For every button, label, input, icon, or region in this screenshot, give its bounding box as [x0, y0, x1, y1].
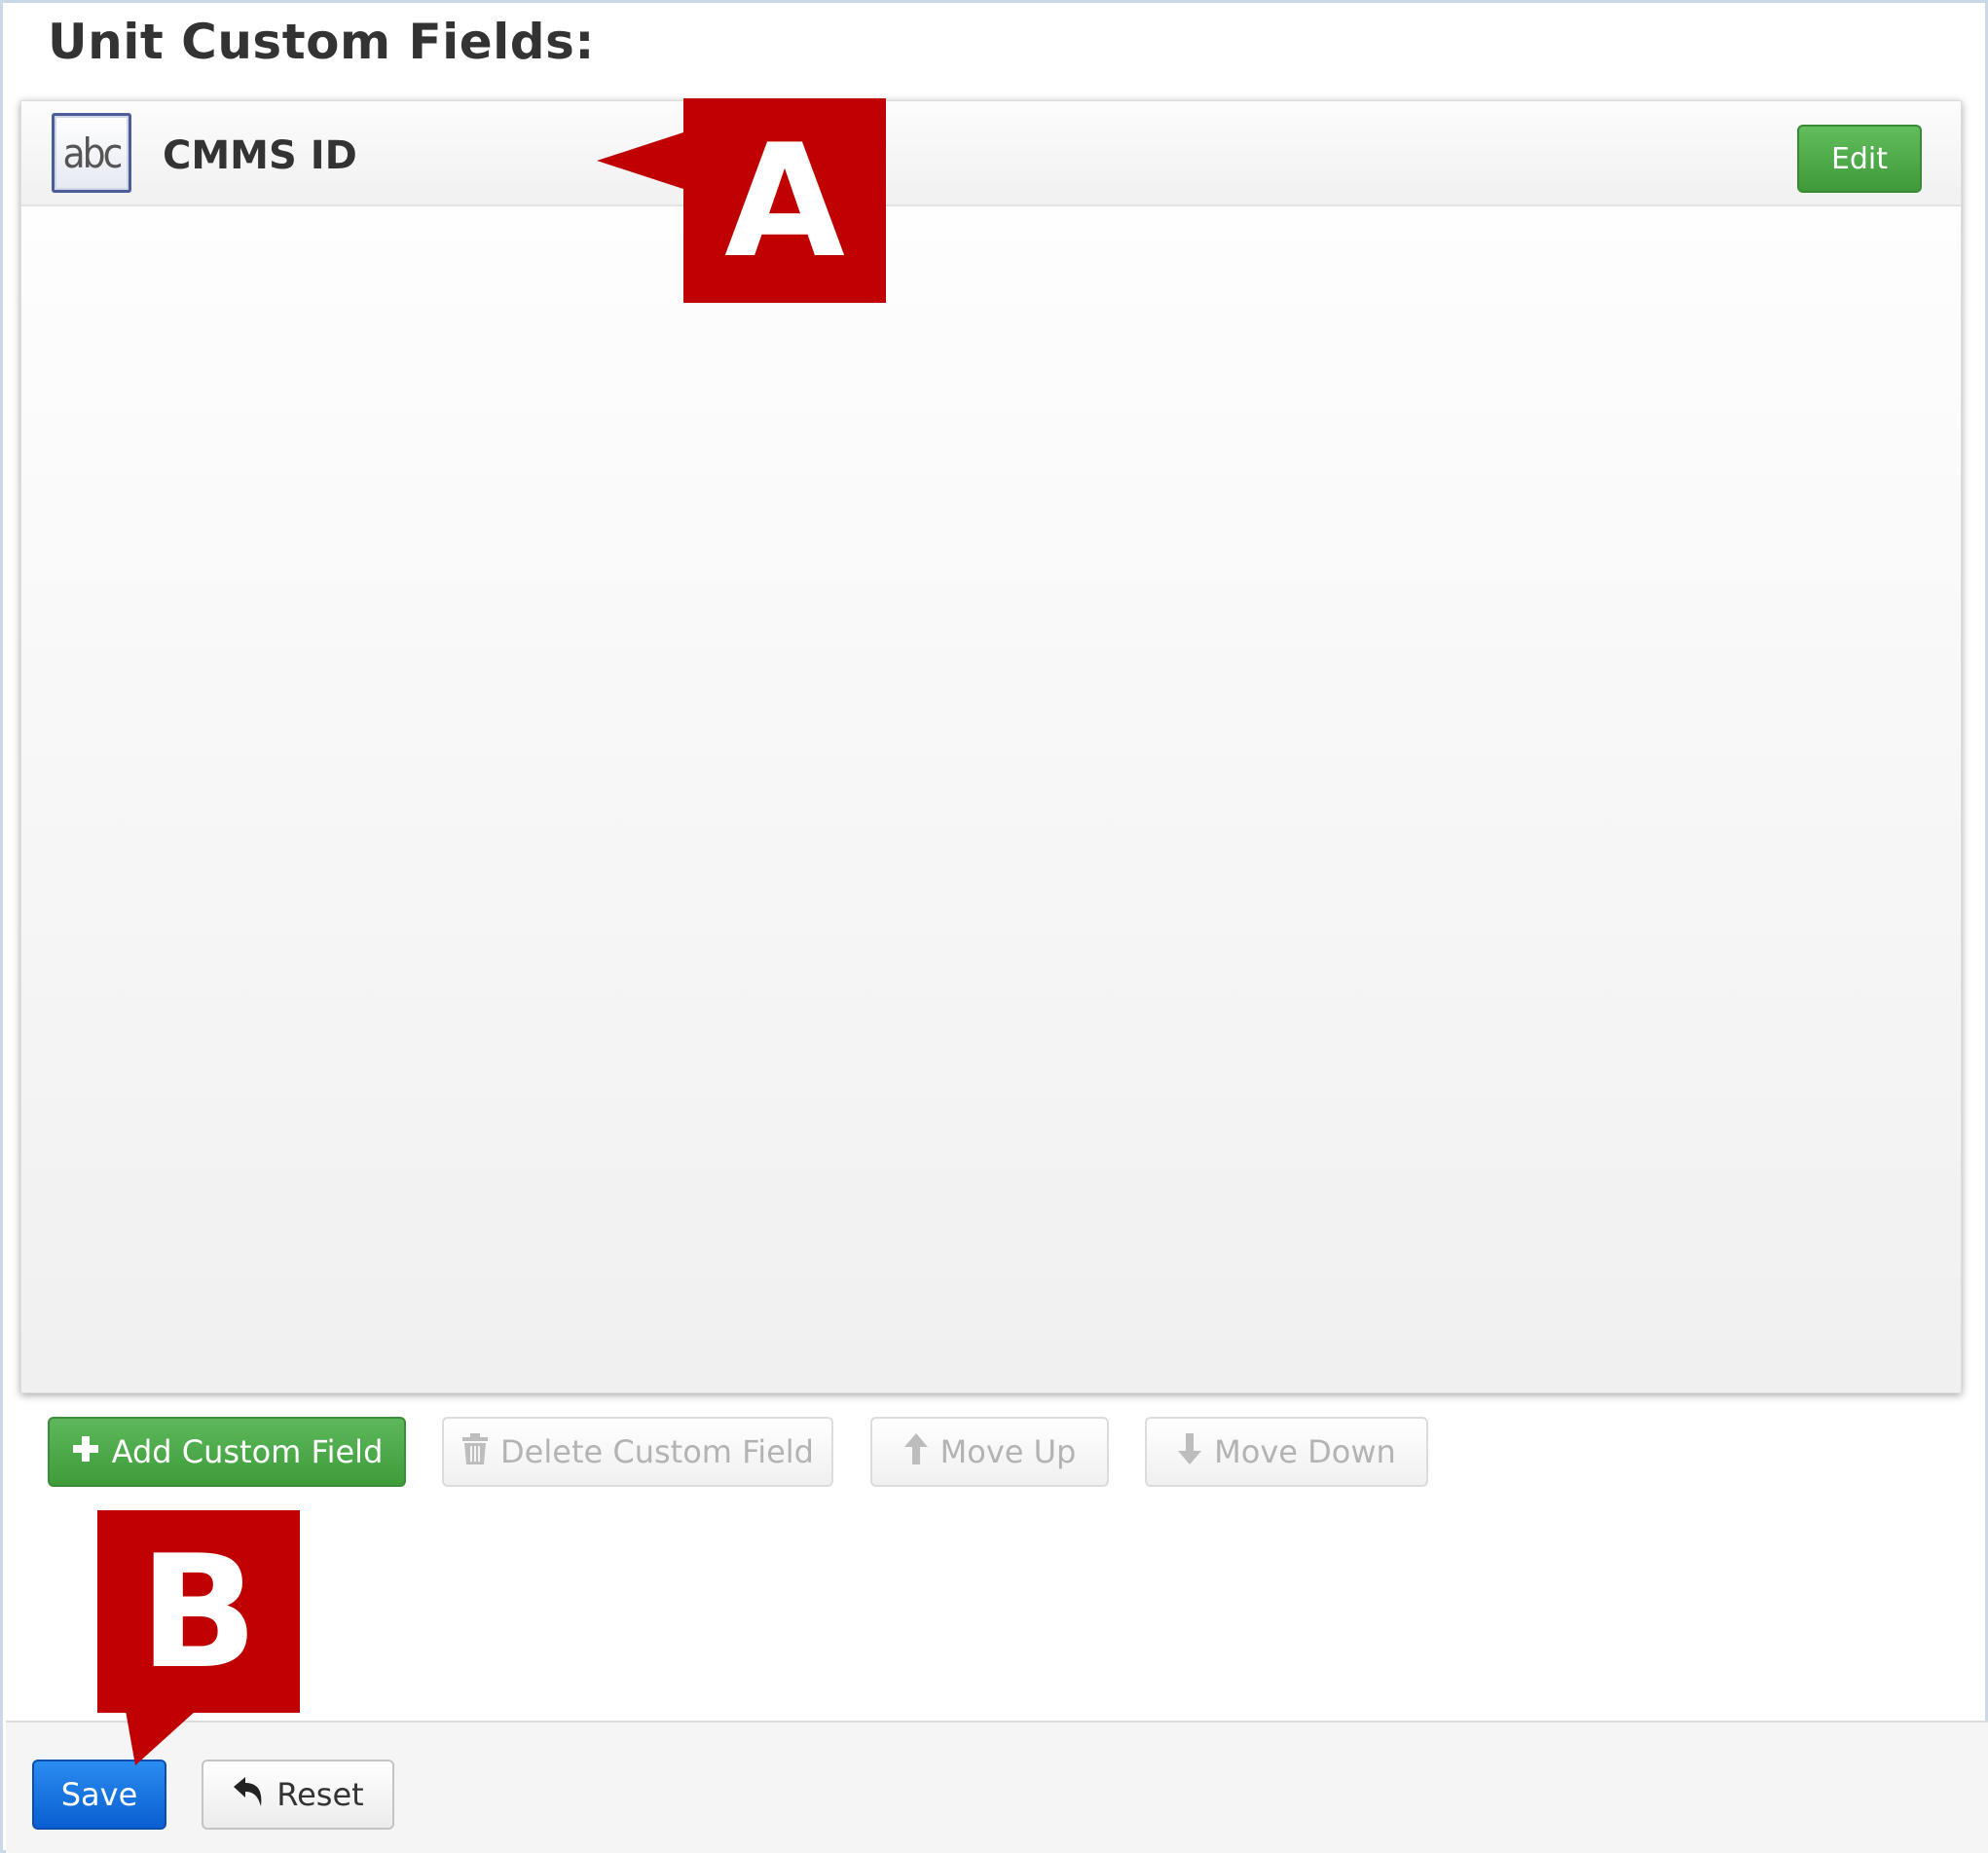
arrow-down-icon: [1177, 1432, 1202, 1471]
add-custom-field-label: Add Custom Field: [111, 1433, 384, 1470]
plus-icon: [71, 1434, 100, 1469]
callout-b: B: [97, 1510, 300, 1713]
delete-custom-field-button[interactable]: Delete Custom Field: [442, 1417, 833, 1487]
field-name: CMMS ID: [163, 133, 357, 178]
edit-button[interactable]: Edit: [1797, 125, 1922, 193]
save-button[interactable]: Save: [32, 1760, 166, 1830]
move-down-label: Move Down: [1214, 1433, 1396, 1470]
list-item[interactable]: abc CMMS ID Edit: [21, 101, 1961, 206]
custom-fields-window: Unit Custom Fields: abc CMMS ID Edit Add…: [0, 0, 1988, 1853]
callout-a: A: [683, 98, 886, 303]
reset-button[interactable]: Reset: [202, 1760, 394, 1830]
reset-label: Reset: [276, 1776, 364, 1813]
delete-custom-field-label: Delete Custom Field: [500, 1433, 814, 1470]
move-up-label: Move Up: [939, 1433, 1077, 1470]
move-up-button[interactable]: Move Up: [870, 1417, 1109, 1487]
callout-b-pointer: [126, 1711, 196, 1765]
callout-a-pointer: [597, 131, 686, 190]
trash-icon: [461, 1432, 489, 1471]
arrow-up-icon: [903, 1432, 929, 1471]
custom-field-list: abc CMMS ID Edit: [20, 100, 1962, 1393]
text-field-abc-icon: abc: [52, 113, 131, 193]
add-custom-field-button[interactable]: Add Custom Field: [48, 1417, 406, 1487]
undo-icon: [232, 1775, 265, 1814]
move-down-button[interactable]: Move Down: [1145, 1417, 1428, 1487]
page-title: Unit Custom Fields:: [48, 14, 595, 70]
